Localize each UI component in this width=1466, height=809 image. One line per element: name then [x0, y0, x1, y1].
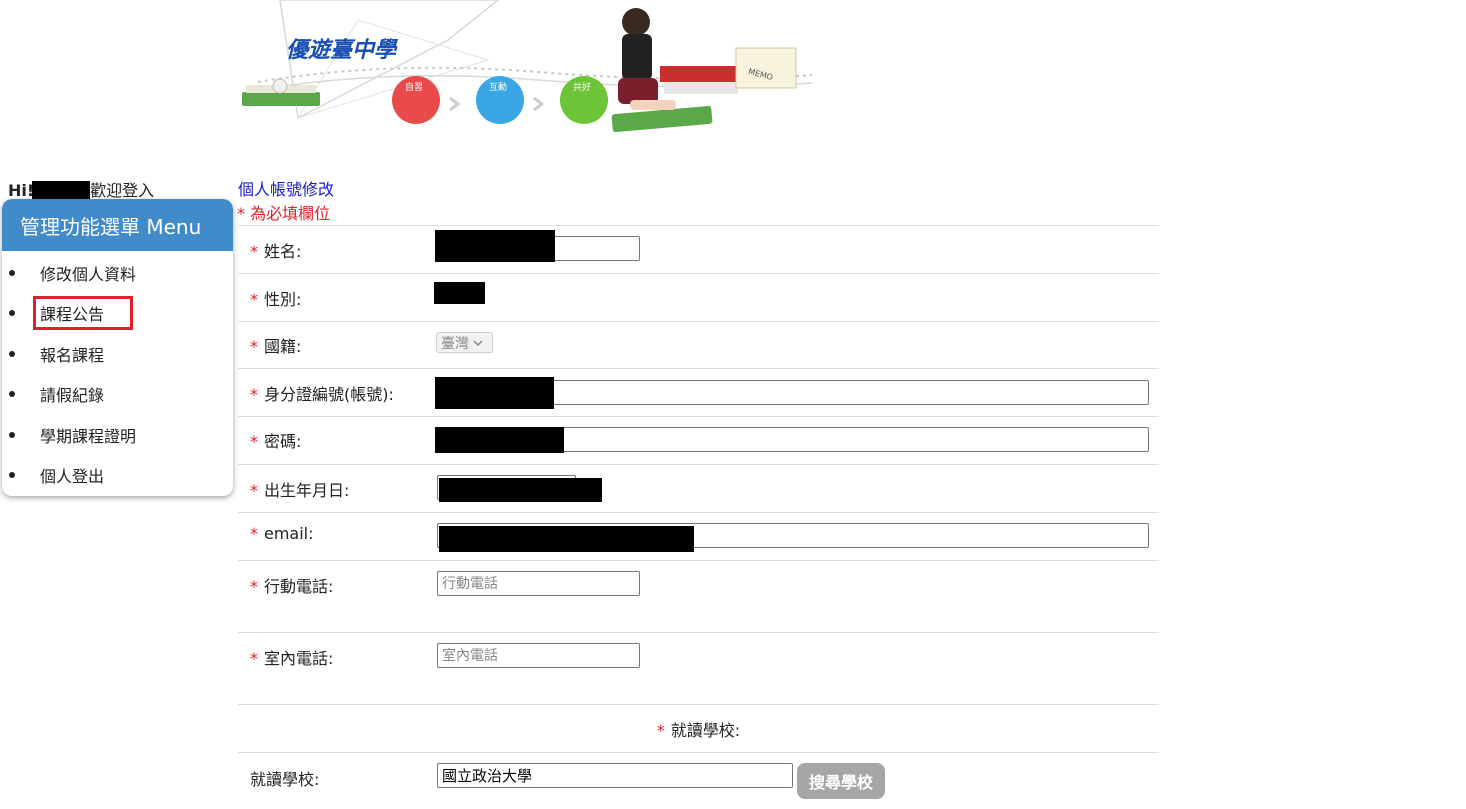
chevron-down-icon [473, 339, 483, 346]
mobile-phone-input[interactable] [437, 571, 640, 596]
banner-title: 優遊臺中學 [286, 38, 397, 63]
row-password: * 密碼: [238, 416, 1159, 464]
mobile-label: * 行動電話: [250, 573, 333, 597]
row-school: 就讀學校: 搜尋學校 [238, 752, 1159, 809]
required-star: * [250, 385, 258, 404]
menu-item-label[interactable]: 修改個人資料 [40, 261, 136, 285]
admin-menu: 管理功能選單 Menu 修改個人資料 課程公告 報名課程 請假紀錄 學期課程證明… [2, 199, 233, 496]
nationality-label-text: 國籍: [264, 337, 302, 356]
bullet-icon [9, 472, 15, 478]
row-school-header: * 就讀學校: [238, 704, 1159, 752]
redacted-id-number [435, 377, 554, 409]
school-section-heading: * 就讀學校: [238, 717, 1159, 741]
email-label-text: email: [264, 524, 314, 543]
row-birthday: * 出生年月日: [238, 464, 1159, 512]
nationality-label: * 國籍: [250, 333, 301, 357]
name-label: * 姓名: [250, 238, 301, 262]
greeting-welcome: 歡迎登入 [90, 181, 155, 200]
school-label: 就讀學校: [250, 770, 320, 789]
required-star: * [250, 290, 258, 309]
required-star: * [250, 481, 258, 500]
row-home-phone: * 室內電話: [238, 632, 1159, 704]
menu-item-label[interactable]: 課程公告 [32, 296, 134, 330]
step-self-study-label: 自習 [405, 83, 424, 93]
step-together-label: 共好 [573, 83, 592, 93]
bullet-icon [9, 310, 15, 316]
bullet-icon [9, 351, 15, 357]
nationality-select[interactable]: 臺灣 [436, 332, 493, 353]
bullet-icon [9, 270, 15, 276]
required-star: * [250, 577, 258, 596]
required-star: * [656, 721, 665, 740]
required-star: * [250, 432, 258, 451]
mobile-label-text: 行動電話: [264, 577, 334, 596]
required-star: * [250, 337, 258, 356]
redacted-password [435, 427, 564, 453]
id-number-label-text: 身分證編號(帳號): [264, 385, 394, 404]
menu-item-label[interactable]: 報名課程 [40, 342, 104, 366]
step-interact-label: 互動 [489, 83, 508, 93]
required-star: * [250, 524, 258, 543]
home-phone-input[interactable] [437, 643, 640, 668]
bullet-icon [9, 432, 15, 438]
search-school-button[interactable]: 搜尋學校 [797, 763, 886, 799]
email-label: * email: [250, 524, 314, 543]
password-label-text: 密碼: [264, 432, 302, 451]
redacted-email [439, 526, 694, 552]
id-number-label: * 身分證編號(帳號): [250, 381, 394, 405]
gender-label-text: 性別: [264, 290, 302, 309]
school-heading-text: 就讀學校: [670, 721, 741, 740]
bullet-icon [9, 391, 15, 397]
gender-label: * 性別: [250, 286, 301, 310]
required-star: * [250, 649, 258, 668]
row-nationality: * 國籍: 臺灣 [238, 321, 1159, 368]
home-phone-label-text: 室內電話: [264, 649, 334, 668]
password-label: * 密碼: [250, 428, 301, 452]
redacted-birthday [439, 478, 602, 502]
name-label-text: 姓名: [264, 242, 302, 261]
school-input[interactable] [437, 763, 793, 788]
form-title: 個人帳號修改 [238, 180, 335, 199]
menu-title: 管理功能選單 Menu [2, 199, 233, 251]
row-email: * email: [238, 512, 1159, 560]
row-mobile: * 行動電話: [238, 560, 1159, 632]
birthday-label: * 出生年月日: [250, 477, 349, 501]
menu-item-label[interactable]: 個人登出 [40, 463, 104, 487]
row-id-number: * 身分證編號(帳號): [238, 368, 1159, 416]
row-name: * 姓名: [238, 225, 1159, 273]
redacted-name [435, 230, 555, 262]
home-phone-label: * 室內電話: [250, 645, 333, 669]
required-star: * [250, 242, 258, 261]
redacted-gender [434, 282, 485, 304]
header-banner: 優遊臺中學 自習 互動 共好 MEMO [238, 0, 812, 136]
greeting-hi: Hi! [8, 181, 35, 200]
birthday-label-text: 出生年月日: [264, 481, 350, 500]
menu-item-label[interactable]: 請假紀錄 [40, 382, 104, 406]
menu-item-label[interactable]: 學期課程證明 [40, 423, 136, 447]
row-gender: * 性別: [238, 273, 1159, 321]
required-note: * 為必填欄位 [237, 204, 331, 223]
nationality-value: 臺灣 [441, 335, 469, 352]
